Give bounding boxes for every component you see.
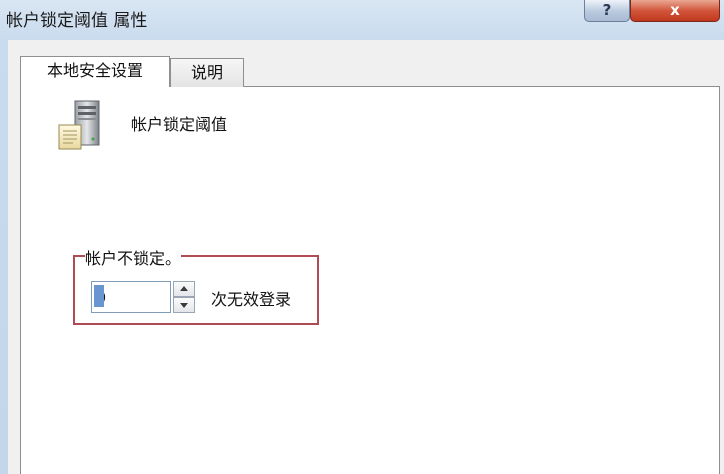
title-bar[interactable]: 帐户锁定阈值 属性 ? x: [0, 0, 724, 40]
spin-up-button[interactable]: [173, 281, 195, 297]
close-button[interactable]: x: [630, 0, 720, 22]
window-title: 帐户锁定阈值 属性: [6, 11, 148, 31]
text-selection-highlight: [94, 285, 104, 307]
policy-name: 帐户锁定阈值: [131, 115, 228, 134]
tab-panel: 帐户锁定阈值 帐户不锁定。 次无效登录: [20, 86, 720, 474]
threshold-group-label: 帐户不锁定。: [85, 245, 182, 269]
server-icon: [58, 100, 100, 150]
threshold-unit-label: 次无效登录: [211, 290, 292, 309]
properties-dialog: 帐户锁定阈值 属性 ? x 本地安全设置 说明 帐户锁定阈值 帐户不锁定。 0 …: [0, 0, 724, 474]
tab-local-security-setting[interactable]: 本地安全设置: [20, 56, 170, 87]
help-button[interactable]: ?: [584, 0, 630, 22]
threshold-spinner[interactable]: [173, 281, 195, 313]
spin-down-button[interactable]: [173, 297, 195, 313]
tab-explain[interactable]: 说明: [170, 58, 244, 87]
dialog-body: 本地安全设置 说明 帐户锁定阈值 帐户不锁定。 0 次无效登录: [8, 40, 724, 474]
